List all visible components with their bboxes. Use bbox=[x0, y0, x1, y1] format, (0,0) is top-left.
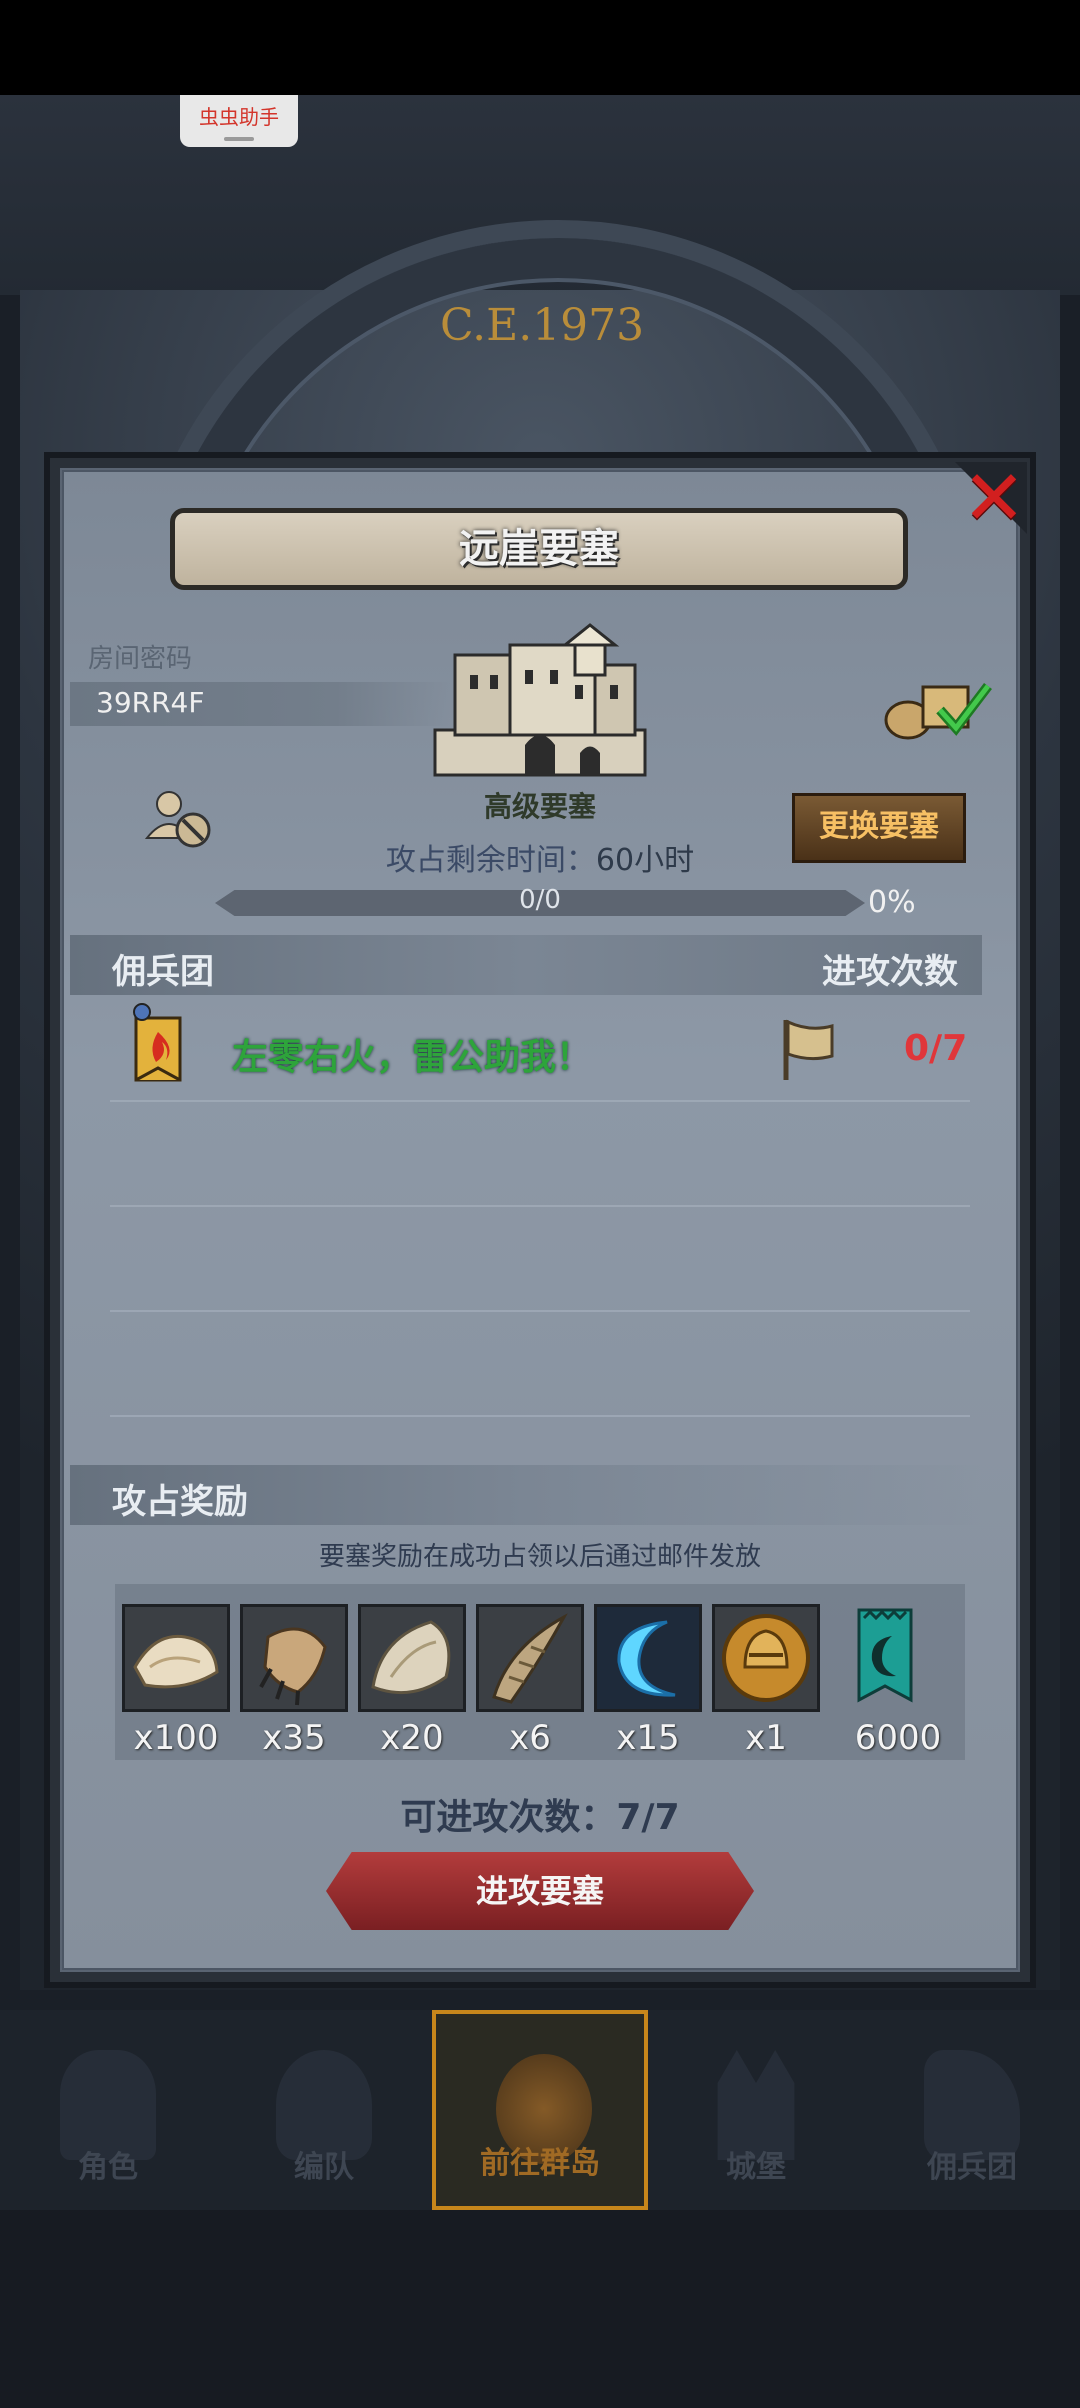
close-icon[interactable]: ✕ bbox=[958, 460, 1030, 536]
nav-label: 城堡 bbox=[726, 2150, 786, 2185]
flag-icon bbox=[783, 1019, 834, 1080]
year-label: C.E.1973 bbox=[440, 300, 645, 351]
fur-icon bbox=[133, 1634, 219, 1689]
reward-qty: x35 bbox=[262, 1718, 326, 1758]
reward-item[interactable] bbox=[594, 1604, 702, 1712]
row-divider bbox=[110, 1100, 970, 1102]
reward-header: 攻占奖励 bbox=[112, 1482, 248, 1522]
reward-qty: x100 bbox=[133, 1718, 219, 1758]
reward-item[interactable] bbox=[122, 1604, 230, 1712]
attack-count-header: 进攻次数 bbox=[822, 952, 958, 992]
nav-item-formation[interactable]: 编队 bbox=[216, 2010, 432, 2210]
horn-icon bbox=[492, 1613, 568, 1704]
mercenary-header: 佣兵团 bbox=[112, 952, 214, 992]
reward-qty: x1 bbox=[745, 1718, 787, 1758]
remaining-time-unit: 小时 bbox=[634, 843, 695, 878]
bottom-background bbox=[0, 2210, 1080, 2408]
row-divider bbox=[110, 1205, 970, 1207]
reward-qty: 6000 bbox=[854, 1718, 942, 1758]
nav-item-castle[interactable]: 城堡 bbox=[648, 2010, 864, 2210]
supply-check-icon[interactable] bbox=[878, 672, 998, 742]
helper-tag[interactable]: 虫虫助手 bbox=[180, 95, 298, 147]
reward-qty: x20 bbox=[380, 1718, 444, 1758]
attack-fortress-button[interactable]: 进攻要塞 bbox=[326, 1852, 754, 1930]
reward-item[interactable] bbox=[834, 1604, 942, 1712]
row-divider bbox=[110, 1310, 970, 1312]
remaining-time-value: 60 bbox=[595, 843, 635, 878]
row-divider bbox=[110, 1415, 970, 1417]
user-ban-icon[interactable] bbox=[145, 786, 215, 852]
remaining-time-label: 攻占剩余时间： bbox=[385, 843, 596, 878]
castle-icon bbox=[433, 623, 647, 777]
nav-label: 编队 bbox=[294, 2150, 354, 2185]
reward-qty: x15 bbox=[616, 1718, 680, 1758]
attacks-remaining: 可进攻次数：7/7 bbox=[400, 1797, 680, 1838]
nav-item-islands[interactable]: 前往群岛 bbox=[432, 2010, 648, 2210]
guild-banner-icon bbox=[857, 1608, 913, 1703]
guild-banner-icon bbox=[133, 1003, 182, 1082]
nav-item-mercenary[interactable]: 佣兵团 bbox=[864, 2010, 1080, 2210]
reward-item[interactable] bbox=[712, 1604, 820, 1712]
crescent-icon bbox=[597, 1607, 699, 1709]
panel-title: 远崖要塞 bbox=[170, 508, 908, 590]
fortress-level: 高级要塞 bbox=[483, 790, 596, 823]
room-code-label: 房间密码 bbox=[88, 644, 193, 674]
nav-label: 前往群岛 bbox=[480, 2146, 600, 2181]
reward-item[interactable] bbox=[358, 1604, 466, 1712]
nav-label: 佣兵团 bbox=[927, 2150, 1017, 2185]
progress-percent: 0% bbox=[868, 885, 916, 920]
nav-item-character[interactable]: 角色 bbox=[0, 2010, 216, 2210]
reward-note: 要塞奖励在成功占领以后通过邮件发放 bbox=[318, 1542, 761, 1572]
top-status-strip bbox=[0, 0, 1080, 95]
reward-item[interactable] bbox=[240, 1604, 348, 1712]
reward-qty: x6 bbox=[509, 1718, 551, 1758]
room-code: 39RR4F bbox=[96, 686, 205, 719]
nav-label: 角色 bbox=[78, 2150, 138, 2185]
remaining-time: 攻占剩余时间：60小时 bbox=[380, 835, 700, 879]
change-fortress-button[interactable]: 更换要塞 bbox=[792, 793, 966, 863]
helmet-coin-icon bbox=[722, 1614, 810, 1702]
claw-icon bbox=[259, 1627, 327, 1706]
progress-text: 0/0 bbox=[519, 885, 561, 915]
pelt-icon bbox=[371, 1620, 451, 1695]
guild-name[interactable]: 左零右火，雷公助我！ bbox=[232, 1028, 592, 1080]
attack-count: 0/7 bbox=[904, 1028, 968, 1069]
reward-item[interactable] bbox=[476, 1604, 584, 1712]
